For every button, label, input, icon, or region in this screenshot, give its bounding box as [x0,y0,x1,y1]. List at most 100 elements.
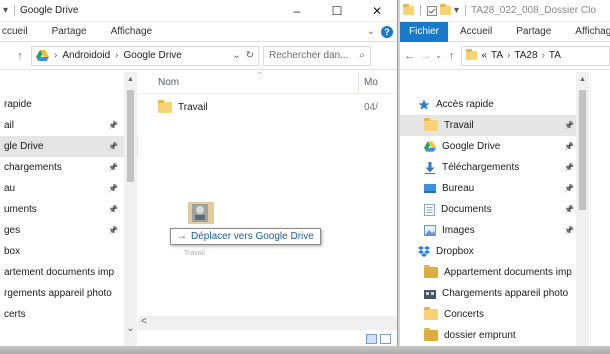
sidebar-item-dossier-emprunt[interactable]: dossier emprunt [400,325,576,346]
drag-tooltip-text: Déplacer vers Google Drive [191,231,314,242]
sidebar-item-documents[interactable]: Documents 📌 [400,199,576,220]
sidebar-item-acces-rapide[interactable]: Accès rapide [400,94,576,115]
pin-icon[interactable]: 📌 [108,163,118,172]
ribbon-tabs: Fichier Accueil Partage Affichag [400,21,610,42]
sidebar-item-artement-documents-imp[interactable]: artement documents imp [0,262,138,283]
column-modified[interactable]: Mo [364,77,378,88]
sidebar-item-label: certs [4,309,26,320]
sidebar-item-bureau[interactable]: Bureau 📌 [400,178,576,199]
title-bar[interactable]: ▾ Google Drive – ☐ ✕ [0,0,397,22]
quick-access-dropdown-icon[interactable]: ▾ [454,5,459,16]
refresh-icon[interactable]: ↻ [246,50,254,61]
sidebar-item-label: ail [4,120,15,131]
window-controls: – ☐ ✕ [277,0,397,22]
expand-ribbon-icon[interactable]: ⌄ [367,26,375,37]
nav-pane-scrollbar[interactable]: ▲ ⌄ [124,72,137,354]
forward-arrow-icon[interactable]: → [418,50,434,62]
pin-icon[interactable]: 📌 [564,184,574,193]
breadcrumb-ta28[interactable]: TA28 [514,50,537,61]
back-arrow-icon[interactable]: ← [402,50,418,62]
sidebar-item-certs[interactable]: certs [0,304,138,325]
pin-icon[interactable]: 📌 [108,142,118,151]
breadcrumb-ta[interactable]: TA [491,50,503,61]
help-icon[interactable]: ? [381,25,393,38]
quick-access-dropdown-icon[interactable]: ▾ [3,5,8,16]
sidebar-item-gle-drive[interactable]: gle Drive 📌 [0,136,138,157]
scroll-up-icon[interactable]: ▲ [124,76,137,83]
address-bar[interactable]: « TA › TA28 › TA [461,45,610,66]
up-arrow-icon[interactable]: ↑ [12,50,28,62]
sidebar-item-google-drive[interactable]: Google Drive 📌 [400,136,576,157]
pin-icon[interactable]: 📌 [564,205,574,214]
sidebar-item-rgements-appareil-photo[interactable]: rgements appareil photo [0,283,138,304]
tab-affichage[interactable]: Affichage [99,22,165,42]
address-bar[interactable]: › Androidoid › Google Drive ⌄ ↻ [31,45,259,66]
maximize-button[interactable]: ☐ [317,0,357,22]
column-divider[interactable] [358,72,359,94]
sidebar-item-telechargements[interactable]: Téléchargements 📌 [400,157,576,178]
tab-accueil[interactable]: ccueil [0,22,40,42]
breadcrumb-overflow[interactable]: « [481,50,487,61]
sidebar-item-chargements[interactable]: chargements 📌 [0,157,138,178]
scroll-left-icon[interactable]: < [141,316,147,327]
sidebar-item-rapide[interactable]: rapide [0,94,138,115]
sidebar-item-label: Dropbox [436,246,474,257]
pin-icon[interactable]: 📌 [108,184,118,193]
search-icon[interactable]: ⌕ [359,50,365,61]
sidebar-item-dropbox[interactable]: Dropbox [400,241,576,262]
details-view-icon[interactable] [366,334,377,344]
sidebar-item-ail[interactable]: ail 📌 [0,115,138,136]
sidebar-item-travail[interactable]: Travail 📌 [400,115,576,136]
tab-accueil[interactable]: Accueil [448,22,504,42]
sidebar-item-appartement-documents-imp[interactable]: Appartement documents imp [400,262,576,283]
scroll-down-icon[interactable]: ⌄ [124,323,137,334]
search-input[interactable]: Rechercher dan... [269,50,349,61]
scroll-thumb[interactable] [579,90,586,210]
title-bar[interactable]: ▾ TA28_022_008_Dossier Clo [400,0,610,22]
sidebar-item-au[interactable]: au 📌 [0,178,138,199]
sidebar-item-chargements-appareil-photo[interactable]: Chargements appareil photo [400,283,576,304]
sidebar-item-images[interactable]: Images 📌 [400,220,576,241]
breadcrumb-separator: › [507,50,511,61]
recent-locations-icon[interactable]: ⌄ [434,51,444,60]
pin-icon[interactable]: 📌 [108,226,118,235]
properties-icon[interactable] [427,5,437,16]
close-button[interactable]: ✕ [357,0,397,22]
pin-icon[interactable]: 📌 [564,226,574,235]
breadcrumb-androidoid[interactable]: Androidoid [62,50,110,61]
pin-icon[interactable]: 📌 [564,163,574,172]
pin-icon[interactable]: 📌 [564,121,574,130]
sidebar-item-label: uments [4,204,37,215]
file-row-travail[interactable]: Travail 04/ [138,96,397,118]
search-box[interactable]: Rechercher dan... ⌕ [263,45,371,66]
pin-icon[interactable]: 📌 [564,142,574,151]
explorer-window-google-drive: ▾ Google Drive – ☐ ✕ ccueil Partage Affi… [0,0,398,354]
new-folder-icon[interactable] [440,4,451,15]
up-arrow-icon[interactable]: ↑ [444,50,460,62]
pin-icon[interactable]: 📌 [108,121,118,130]
tab-affichage[interactable]: Affichag [563,22,610,42]
sidebar-item-concerts[interactable]: Concerts [400,304,576,325]
column-name[interactable]: Nom [158,77,179,88]
sidebar-item-label: rapide [4,99,32,110]
large-icons-view-icon[interactable] [380,334,391,344]
sidebar-item-ges[interactable]: ges 📌 [0,220,138,241]
dropbox-icon [418,246,430,257]
sidebar-item-box[interactable]: box [0,241,138,262]
tab-fichier[interactable]: Fichier [400,21,449,42]
horizontal-scrollbar[interactable]: < [138,316,397,330]
breadcrumb-ta-sub[interactable]: TA [549,50,561,61]
breadcrumb-google-drive[interactable]: Google Drive [124,50,182,61]
tab-partage[interactable]: Partage [504,22,563,42]
taskbar-edge [0,346,610,354]
pin-icon[interactable]: 📌 [108,205,118,214]
scroll-thumb[interactable] [127,90,134,182]
sidebar-item-label: Travail [444,120,474,131]
minimize-button[interactable]: – [277,0,317,22]
nav-pane-scrollbar[interactable]: ▲ [576,72,589,354]
sidebar-item-uments[interactable]: uments 📌 [0,199,138,220]
scroll-up-icon[interactable]: ▲ [576,76,589,83]
address-dropdown-icon[interactable]: ⌄ [232,50,240,61]
tab-partage[interactable]: Partage [40,22,99,42]
address-row: ↑ › Androidoid › Google Drive ⌄ ↻ Recher… [0,42,397,70]
